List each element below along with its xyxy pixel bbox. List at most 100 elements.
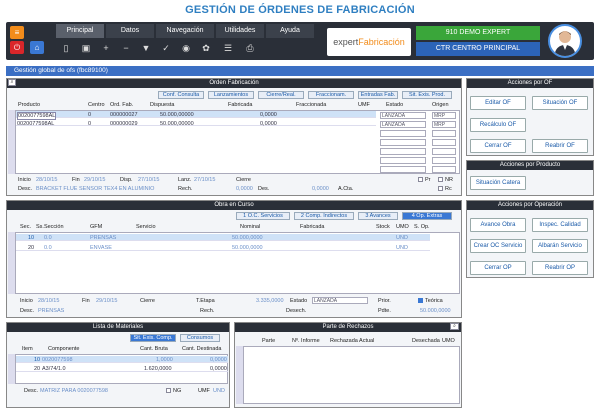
link-op-extras[interactable]: 4 Op. Extras bbox=[402, 212, 452, 220]
empty-select[interactable] bbox=[432, 139, 456, 146]
home-icon[interactable]: ⌂ bbox=[30, 41, 44, 54]
avatar[interactable] bbox=[548, 24, 582, 58]
disp-value[interactable]: 27/10/15 bbox=[138, 177, 159, 183]
cerrar-of-button[interactable]: Cerrar OF bbox=[470, 139, 526, 153]
link-entradas[interactable]: Entradas Fab. bbox=[358, 91, 398, 99]
des-value[interactable]: 0,0000 bbox=[312, 186, 329, 192]
link-conf-consulta[interactable]: Conf. Consulta bbox=[158, 91, 204, 99]
row-selector-column bbox=[8, 110, 16, 174]
tetapa-value[interactable]: 3.335,0000 bbox=[256, 298, 284, 304]
document-icon[interactable]: ▯ bbox=[60, 42, 72, 54]
situacion-of-button[interactable]: Situación OF bbox=[532, 96, 588, 110]
rech-value[interactable]: 0,0000 bbox=[236, 186, 253, 192]
tab-utilidades[interactable]: Utilidades bbox=[216, 24, 264, 38]
editar-of-button[interactable]: Editar OF bbox=[470, 96, 526, 110]
albaran-servicio-button[interactable]: Albarán Servicio bbox=[532, 239, 588, 253]
inicio-value[interactable]: 28/10/15 bbox=[36, 177, 57, 183]
empty-select[interactable] bbox=[432, 148, 456, 155]
link-sit-exis-prod[interactable]: Sit. Exis. Prod. bbox=[402, 91, 452, 99]
avance-obra-button[interactable]: Avance Obra bbox=[470, 218, 526, 232]
estado-select[interactable]: LANZADA bbox=[380, 112, 426, 119]
search-icon[interactable]: ⌕ bbox=[8, 79, 16, 86]
inspec-calidad-button[interactable]: Inspec. Calidad bbox=[532, 218, 588, 232]
rech-label: Rech. bbox=[178, 186, 193, 192]
company-badge[interactable]: 910 DEMO EXPERT bbox=[416, 26, 540, 40]
settings-icon[interactable]: ✿ bbox=[200, 42, 212, 54]
rc-checkbox[interactable] bbox=[438, 186, 443, 191]
empty-select[interactable] bbox=[380, 166, 426, 173]
recalculo-of-button[interactable]: Recálculo OF bbox=[470, 118, 526, 132]
desc-value[interactable]: PRENSAS bbox=[38, 308, 64, 314]
link-consumos[interactable]: Consumos bbox=[180, 334, 220, 342]
empty-select[interactable] bbox=[380, 157, 426, 164]
tab-principal[interactable]: Principal bbox=[56, 24, 104, 38]
cell-centro: 0 bbox=[88, 121, 92, 127]
cell-producto[interactable]: 0020077598AL bbox=[17, 121, 54, 127]
print-icon[interactable]: ⎙ bbox=[244, 42, 256, 54]
check-icon[interactable]: ✓ bbox=[160, 42, 172, 54]
origen-select[interactable]: MRP bbox=[432, 112, 456, 119]
des-label: Des. bbox=[258, 186, 270, 192]
tab-datos[interactable]: Datos bbox=[106, 24, 154, 38]
pdte-value[interactable]: 50.000,0000 bbox=[420, 308, 451, 314]
cell-producto[interactable]: 0020077598AL bbox=[17, 112, 57, 120]
save-icon[interactable]: ▣ bbox=[80, 42, 92, 54]
remove-icon[interactable]: − bbox=[120, 42, 132, 54]
reabrir-op-button[interactable]: Reabrir OP bbox=[532, 261, 588, 275]
desc-value[interactable]: BRACKET FLUE SENSOR TEX4 EN ALUMINIO bbox=[36, 186, 154, 192]
table-row[interactable] bbox=[16, 234, 430, 241]
lanz-value[interactable]: 27/10/15 bbox=[194, 177, 215, 183]
table-row[interactable] bbox=[16, 244, 430, 251]
col-servicio: Servicio bbox=[136, 224, 156, 230]
add-icon[interactable]: + bbox=[100, 42, 112, 54]
situacion-catera-button[interactable]: Situación Catera bbox=[470, 176, 526, 190]
col-stock: Stock bbox=[376, 224, 390, 230]
tab-navegacion[interactable]: Navegación bbox=[156, 24, 214, 38]
empty-select[interactable] bbox=[380, 148, 426, 155]
tab-ayuda[interactable]: Ayuda bbox=[266, 24, 314, 38]
list-icon[interactable]: ☰ bbox=[222, 42, 234, 54]
teorica-checkbox[interactable] bbox=[418, 298, 423, 303]
link-sit-exis-comp[interactable]: Sit. Exis. Comp. bbox=[130, 334, 176, 342]
desc-value[interactable]: MATRIZ PARA 0020077598 bbox=[40, 388, 108, 394]
link-fraccionam[interactable]: Fraccionam. bbox=[308, 91, 354, 99]
check-circle-icon[interactable]: ◉ bbox=[180, 42, 192, 54]
ng-checkbox[interactable] bbox=[166, 388, 171, 393]
center-badge[interactable]: CTR CENTRO PRINCIPAL bbox=[416, 42, 540, 56]
origen-select[interactable]: MRP bbox=[432, 121, 456, 128]
empty-select[interactable] bbox=[380, 130, 426, 137]
acciones-producto-title: Acciones por Producto bbox=[467, 161, 593, 170]
cell-componente: A3/74/1.0 bbox=[42, 366, 66, 372]
menu-icon[interactable]: ≡ bbox=[10, 26, 24, 39]
fin-value[interactable]: 29/10/15 bbox=[96, 298, 117, 304]
cerrar-op-button[interactable]: Cerrar OP bbox=[470, 261, 526, 275]
estado-select[interactable]: LANZADA bbox=[312, 297, 368, 304]
empty-select[interactable] bbox=[380, 139, 426, 146]
rech-label: Rech. bbox=[200, 308, 215, 314]
table-row[interactable] bbox=[16, 119, 376, 126]
empty-select[interactable] bbox=[432, 166, 456, 173]
link-cierre[interactable]: Cierre/Real. bbox=[258, 91, 304, 99]
nr-checkbox[interactable] bbox=[438, 177, 443, 182]
fin-value[interactable]: 29/10/15 bbox=[84, 177, 105, 183]
pr-checkbox[interactable] bbox=[418, 177, 423, 182]
link-lanzamientos[interactable]: Lanzamientos bbox=[208, 91, 254, 99]
reabrir-of-button[interactable]: Reabrir OF bbox=[532, 139, 588, 153]
link-avances[interactable]: 3 Avances bbox=[358, 212, 398, 220]
crear-oc-servicio-button[interactable]: Crear OC Servicio bbox=[470, 239, 526, 253]
col-rechazada-actual: Rechazada Actual bbox=[330, 338, 375, 344]
estado-select[interactable]: LANZADA bbox=[380, 121, 426, 128]
link-comp-indirectos[interactable]: 2 Comp. Indirectos bbox=[294, 212, 354, 220]
umf-value[interactable]: UND bbox=[213, 388, 225, 394]
empty-select[interactable] bbox=[432, 130, 456, 137]
power-icon[interactable]: ⏻ bbox=[10, 41, 24, 54]
col-ss-seccion: Ss.Sección bbox=[36, 224, 64, 230]
col-cant-bruta: Cant. Bruta bbox=[140, 346, 168, 352]
search-icon[interactable]: ⌕ bbox=[450, 323, 459, 330]
filter-icon[interactable]: ▼ bbox=[140, 42, 152, 54]
table-row[interactable] bbox=[16, 111, 376, 118]
link-oc-servicios[interactable]: 1 O.C. Servicios bbox=[236, 212, 290, 220]
empty-select[interactable] bbox=[432, 157, 456, 164]
cell-componente: 0020077598 bbox=[42, 357, 73, 363]
inicio-value[interactable]: 28/10/15 bbox=[38, 298, 59, 304]
